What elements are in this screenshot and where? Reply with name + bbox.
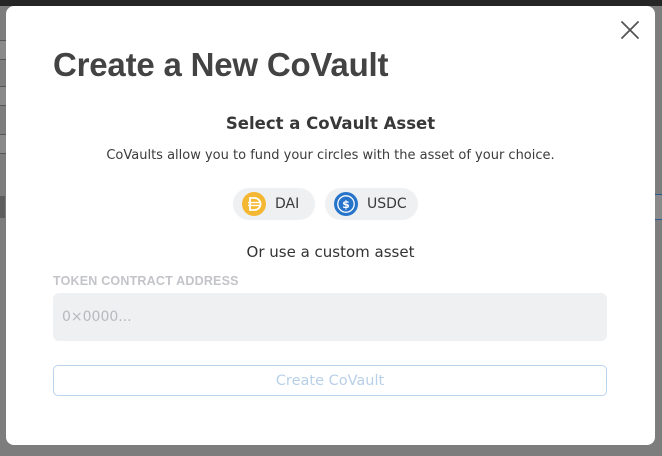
asset-chip-usdc[interactable]: $ USDC xyxy=(325,188,418,220)
dai-icon xyxy=(242,192,266,216)
create-covault-modal: Create a New CoVault Select a CoVault As… xyxy=(6,6,655,445)
create-covault-button[interactable]: Create CoVault xyxy=(53,365,607,396)
asset-chip-label: DAI xyxy=(275,196,300,212)
asset-chip-dai[interactable]: DAI xyxy=(233,188,315,220)
section-title: Select a CoVault Asset xyxy=(225,114,436,133)
section-description: CoVaults allow you to fund your circles … xyxy=(106,148,555,163)
modal-title: Create a New CoVault xyxy=(53,46,389,83)
background-app-fragment xyxy=(0,196,5,218)
close-button[interactable] xyxy=(620,20,640,40)
svg-text:$: $ xyxy=(342,198,350,211)
asset-chip-label: USDC xyxy=(367,196,407,212)
asset-selector: DAI $ USDC xyxy=(233,188,418,220)
token-address-label: TOKEN CONTRACT ADDRESS xyxy=(53,274,239,288)
custom-asset-text: Or use a custom asset xyxy=(246,243,415,261)
background-app-fragment xyxy=(654,194,662,220)
usdc-icon: $ xyxy=(334,192,358,216)
close-icon xyxy=(621,21,639,39)
token-address-input[interactable] xyxy=(53,293,607,341)
